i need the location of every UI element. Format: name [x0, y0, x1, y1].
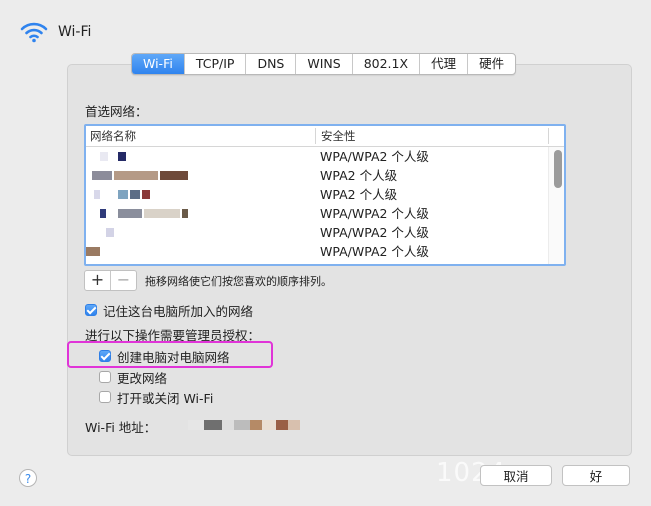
redacted-network-name: [130, 190, 140, 199]
redacted-network-name: [86, 247, 100, 256]
column-network-name[interactable]: 网络名称: [90, 126, 136, 146]
add-remove-control: + −: [84, 270, 137, 291]
change-network-label: 更改网络: [117, 370, 168, 386]
add-network-button[interactable]: +: [85, 271, 111, 290]
scrollbar-thumb[interactable]: [554, 150, 562, 188]
redacted-network-name: [118, 152, 126, 161]
redacted-network-name: [182, 209, 188, 218]
preferred-networks-label: 首选网络：: [85, 104, 148, 119]
help-button[interactable]: ?: [19, 469, 37, 487]
network-rows: WPA/WPA2 个人级 WPA2 个人级 WPA2 个人级 WPA/WPA2 …: [86, 147, 548, 261]
remember-networks-label: 记住这台电脑所加入的网络: [103, 303, 254, 319]
security-cell: WPA2 个人级: [320, 187, 398, 202]
wifi-icon: [20, 22, 48, 43]
redacted-network-name: [144, 209, 180, 218]
table-row[interactable]: WPA/WPA2 个人级: [86, 204, 548, 223]
table-row[interactable]: WPA2 个人级: [86, 166, 548, 185]
tab-tcpip[interactable]: TCP/IP: [185, 54, 247, 74]
redacted-network-name: [118, 209, 142, 218]
toggle-wifi-label: 打开或关闭 Wi-Fi: [117, 390, 214, 406]
create-computer-network-option[interactable]: 创建电脑对电脑网络: [99, 347, 230, 365]
column-security[interactable]: 安全性: [321, 126, 356, 146]
wifi-address-label: Wi-Fi 地址：: [85, 420, 157, 435]
tab-wins[interactable]: WINS: [296, 54, 353, 74]
table-row[interactable]: WPA2 个人级: [86, 185, 548, 204]
change-network-option[interactable]: 更改网络: [99, 368, 167, 386]
remove-network-button[interactable]: −: [111, 271, 136, 290]
wifi-address-value: [188, 420, 300, 430]
tab-dns[interactable]: DNS: [246, 54, 297, 74]
table-row[interactable]: WPA/WPA2 个人级: [86, 223, 548, 242]
tab-bar: Wi-Fi TCP/IP DNS WINS 802.1X 代理 硬件: [131, 53, 517, 75]
security-cell: WPA/WPA2 个人级: [320, 244, 429, 259]
redacted-network-name: [114, 171, 158, 180]
toggle-wifi-option[interactable]: 打开或关闭 Wi-Fi: [99, 388, 213, 406]
remember-networks-checkbox[interactable]: [85, 304, 97, 316]
tab-wifi[interactable]: Wi-Fi: [132, 54, 185, 74]
column-divider: [548, 128, 549, 144]
change-network-checkbox[interactable]: [99, 371, 111, 383]
cancel-button[interactable]: 取消: [480, 465, 552, 486]
tab-8021x[interactable]: 802.1X: [353, 54, 421, 74]
table-header: 网络名称 安全性: [86, 126, 564, 147]
tab-hardware[interactable]: 硬件: [468, 54, 515, 74]
security-cell: WPA/WPA2 个人级: [320, 206, 429, 221]
redacted-network-name: [94, 190, 100, 199]
table-row[interactable]: WPA/WPA2 个人级: [86, 147, 548, 166]
reorder-hint: 拖移网络使它们按您喜欢的顺序排列。: [145, 275, 332, 288]
window-header: Wi-Fi: [20, 18, 91, 46]
ok-button[interactable]: 好: [562, 465, 630, 486]
security-cell: WPA/WPA2 个人级: [320, 225, 429, 240]
table-row[interactable]: WPA/WPA2 个人级: [86, 242, 548, 261]
security-cell: WPA2 个人级: [320, 168, 398, 183]
redacted-network-name: [106, 228, 114, 237]
redacted-network-name: [92, 171, 112, 180]
security-cell: WPA/WPA2 个人级: [320, 149, 429, 164]
redacted-network-name: [160, 171, 188, 180]
redacted-network-name: [100, 209, 106, 218]
create-computer-network-label: 创建电脑对电脑网络: [117, 349, 230, 365]
redacted-network-name: [142, 190, 150, 199]
create-computer-network-checkbox[interactable]: [99, 350, 111, 362]
window-title: Wi-Fi: [58, 24, 92, 40]
tab-proxy[interactable]: 代理: [420, 54, 469, 74]
toggle-wifi-checkbox[interactable]: [99, 391, 111, 403]
redacted-network-name: [100, 152, 108, 161]
remember-networks-option[interactable]: 记住这台电脑所加入的网络: [85, 301, 253, 319]
redacted-network-name: [118, 190, 128, 199]
preferred-networks-table[interactable]: 网络名称 安全性 WPA/WPA2 个人级 WPA2 个人级 WPA2 个人级: [84, 124, 566, 266]
column-divider: [315, 128, 316, 144]
